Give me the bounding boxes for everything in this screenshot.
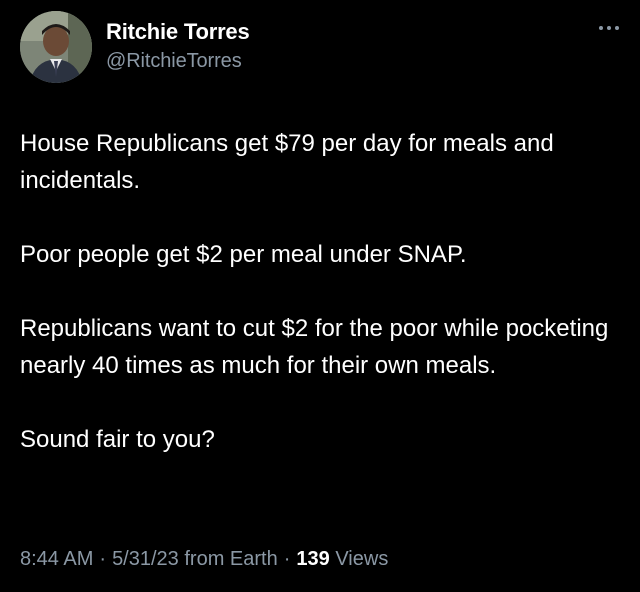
author-block: Ritchie Torres @RitchieTorres	[106, 17, 250, 75]
author-display-name[interactable]: Ritchie Torres	[106, 17, 250, 47]
tweet-source: from Earth	[184, 548, 278, 570]
tweet-paragraph: House Republicans get $79 per day for me…	[20, 130, 554, 194]
meta-separator: ·	[283, 548, 291, 570]
tweet: Ritchie Torres @RitchieTorres House Repu…	[0, 0, 640, 592]
more-options-button[interactable]	[594, 18, 624, 42]
meta-separator: ·	[99, 548, 107, 570]
tweet-paragraph: Sound fair to you?	[20, 426, 215, 453]
tweet-meta: 8:44 AM · 5/31/23 from Earth · 139 Views	[20, 545, 388, 573]
tweet-paragraph: Republicans want to cut $2 for the poor …	[20, 315, 609, 379]
views-count[interactable]: 139	[296, 548, 329, 570]
more-horizontal-icon	[599, 26, 619, 30]
tweet-text: House Republicans get $79 per day for me…	[20, 125, 625, 495]
author-handle[interactable]: @RitchieTorres	[106, 47, 250, 75]
profile-photo	[20, 11, 92, 83]
avatar[interactable]	[20, 11, 92, 83]
tweet-paragraph: Poor people get $2 per meal under SNAP.	[20, 241, 467, 268]
tweet-time[interactable]: 8:44 AM	[20, 548, 93, 570]
views-label[interactable]: Views	[335, 548, 388, 570]
tweet-date[interactable]: 5/31/23	[112, 548, 179, 570]
